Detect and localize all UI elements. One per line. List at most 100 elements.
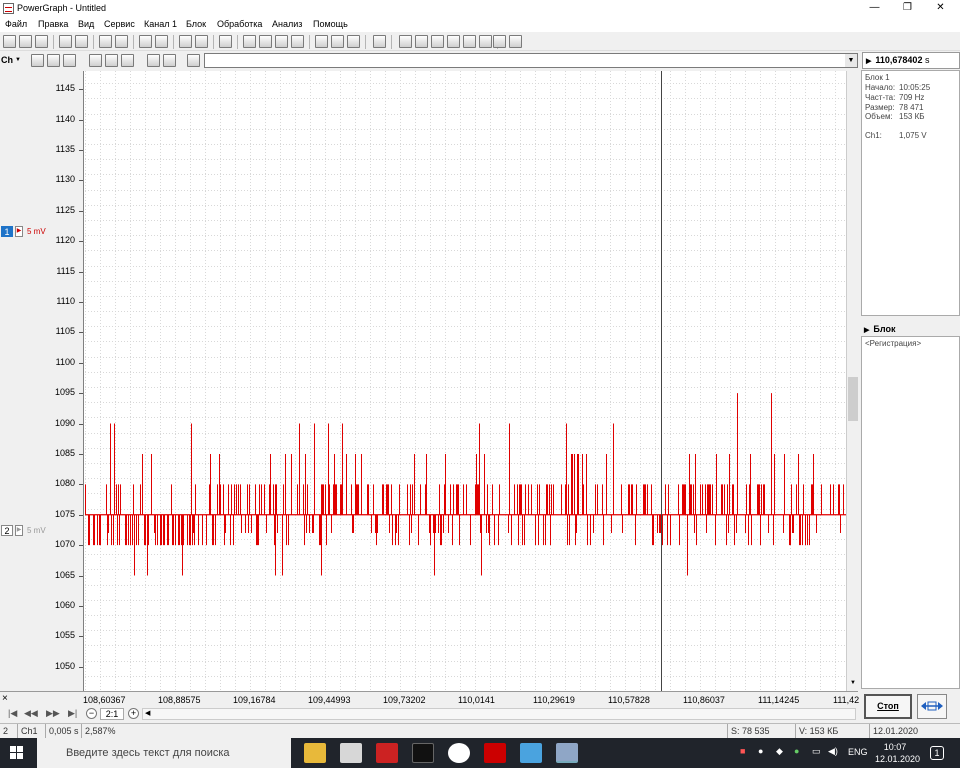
command-combobox[interactable]: ▼ <box>204 53 858 68</box>
windows-start-icon[interactable] <box>10 746 24 760</box>
menu-view[interactable]: Вид <box>78 19 94 29</box>
filter-icon[interactable] <box>479 35 492 48</box>
taskbar-search-input[interactable]: Введите здесь текст для поиска <box>37 738 291 768</box>
tray-icon[interactable]: ● <box>794 746 799 756</box>
taskbar-clock[interactable]: 10:07 12.01.2020 <box>875 741 920 765</box>
maximize-button[interactable]: ❐ <box>891 0 924 17</box>
table-icon[interactable] <box>399 35 412 48</box>
playback-icon[interactable] <box>259 35 272 48</box>
status-channel: Ch1 <box>18 724 46 738</box>
next-page-icon[interactable]: ▶▶ <box>46 708 60 719</box>
zoom-in-button[interactable]: + <box>128 708 139 719</box>
target-icon[interactable] <box>105 54 118 67</box>
marker-icon[interactable] <box>89 54 102 67</box>
cursor-icon[interactable] <box>31 54 44 67</box>
menu-block[interactable]: Блок <box>186 19 206 29</box>
help-icon[interactable] <box>493 35 506 48</box>
channel-1-scale[interactable]: 5 mV <box>27 227 46 236</box>
channel-1-number[interactable]: 1 <box>1 226 13 237</box>
block-list: <Регистрация> <box>861 336 960 689</box>
chevron-down-icon[interactable]: ▼ <box>845 54 857 67</box>
spectrum-icon[interactable] <box>431 35 444 48</box>
zoom-in-icon[interactable] <box>63 54 76 67</box>
y-tick <box>79 362 83 364</box>
list-icon[interactable] <box>331 35 344 48</box>
y-tick-label: 1100 <box>55 356 75 367</box>
scroll-down-icon[interactable]: ▼ <box>848 678 858 689</box>
bookmark-icon[interactable] <box>187 54 200 67</box>
chevron-down-icon[interactable]: ▼ <box>15 57 21 63</box>
signal-plot[interactable] <box>85 71 846 691</box>
clipboard-icon[interactable] <box>195 35 208 48</box>
info-label: Част-та: <box>865 93 896 102</box>
channel-2-number[interactable]: 2 <box>1 525 13 536</box>
tray-icon[interactable]: ● <box>758 746 763 756</box>
tray-icon[interactable]: ■ <box>740 746 745 756</box>
menu-channel[interactable]: Канал 1 <box>144 19 177 29</box>
open-folder-icon[interactable] <box>35 35 48 48</box>
autoscale-icon[interactable] <box>163 54 176 67</box>
powergraph-taskbar-icon[interactable] <box>556 743 578 763</box>
zoom-out-icon[interactable] <box>47 54 60 67</box>
photos-icon[interactable] <box>520 743 542 763</box>
channel-selector[interactable]: Ch <box>1 55 13 65</box>
device-icon[interactable] <box>291 35 304 48</box>
monitor-icon[interactable] <box>275 35 288 48</box>
minimize-button[interactable]: — <box>858 0 891 17</box>
last-page-icon[interactable]: ▶| <box>68 708 77 719</box>
terminal-icon[interactable] <box>412 743 434 763</box>
menu-help[interactable]: Помощь <box>313 19 348 29</box>
menu-analysis[interactable]: Анализ <box>272 19 302 29</box>
stop-button[interactable]: Стоп <box>864 694 912 719</box>
network-icon[interactable]: ▭ <box>812 746 821 757</box>
language-indicator[interactable]: ENG <box>848 747 868 757</box>
previous-page-icon[interactable]: ◀◀ <box>24 708 38 719</box>
channel-2-scale[interactable]: 5 mV <box>27 526 46 535</box>
zoom-icon[interactable] <box>415 35 428 48</box>
list-item[interactable]: <Регистрация> <box>862 337 959 350</box>
expand-arrows-button[interactable] <box>917 694 947 719</box>
tray-icon[interactable]: ◆ <box>776 746 783 757</box>
select-icon[interactable] <box>219 35 232 48</box>
copy-icon[interactable] <box>139 35 152 48</box>
edit-icon[interactable] <box>315 35 328 48</box>
y-tick-label: 1060 <box>54 599 75 610</box>
scroll-left-icon[interactable]: ◀ <box>145 709 150 717</box>
save-as-icon[interactable] <box>75 35 88 48</box>
app-icon[interactable] <box>376 743 398 763</box>
crosshair-icon[interactable] <box>121 54 134 67</box>
close-icon[interactable]: × <box>2 693 8 704</box>
new-file-icon[interactable] <box>3 35 16 48</box>
print-preview-icon[interactable] <box>115 35 128 48</box>
opera-icon[interactable] <box>448 743 470 763</box>
acrobat-icon[interactable] <box>484 743 506 763</box>
close-button[interactable]: ✕ <box>924 0 957 17</box>
menu-service[interactable]: Сервис <box>104 19 135 29</box>
zoom-out-button[interactable]: − <box>86 708 97 719</box>
channel-2-arrow-icon[interactable]: ▶ <box>15 525 23 536</box>
graph-icon[interactable] <box>447 35 460 48</box>
print-icon[interactable] <box>99 35 112 48</box>
wave-icon[interactable] <box>463 35 476 48</box>
menu-edit[interactable]: Правка <box>38 19 68 29</box>
web-help-icon[interactable] <box>509 35 522 48</box>
menu-file[interactable]: Файл <box>5 19 27 29</box>
menu-processing[interactable]: Обработка <box>217 19 262 29</box>
first-page-icon[interactable]: |◀ <box>8 708 17 719</box>
cut-icon[interactable] <box>179 35 192 48</box>
notifications-icon[interactable]: 1 <box>930 746 944 760</box>
record-icon[interactable] <box>243 35 256 48</box>
paste-icon[interactable] <box>155 35 168 48</box>
channel-1-arrow-icon[interactable]: ▶ <box>15 226 23 237</box>
file-explorer-icon[interactable] <box>304 743 326 763</box>
vertical-scrollbar[interactable]: ▼ <box>846 71 858 691</box>
horizontal-scrollbar[interactable]: ◀ <box>142 708 856 720</box>
function-icon[interactable] <box>373 35 386 48</box>
vertical-scroll-thumb[interactable] <box>848 377 858 421</box>
fit-icon[interactable] <box>147 54 160 67</box>
volume-icon[interactable]: ◀) <box>828 746 838 757</box>
check-icon[interactable] <box>347 35 360 48</box>
calculator-icon[interactable] <box>340 743 362 763</box>
save-icon[interactable] <box>59 35 72 48</box>
open-icon[interactable] <box>19 35 32 48</box>
